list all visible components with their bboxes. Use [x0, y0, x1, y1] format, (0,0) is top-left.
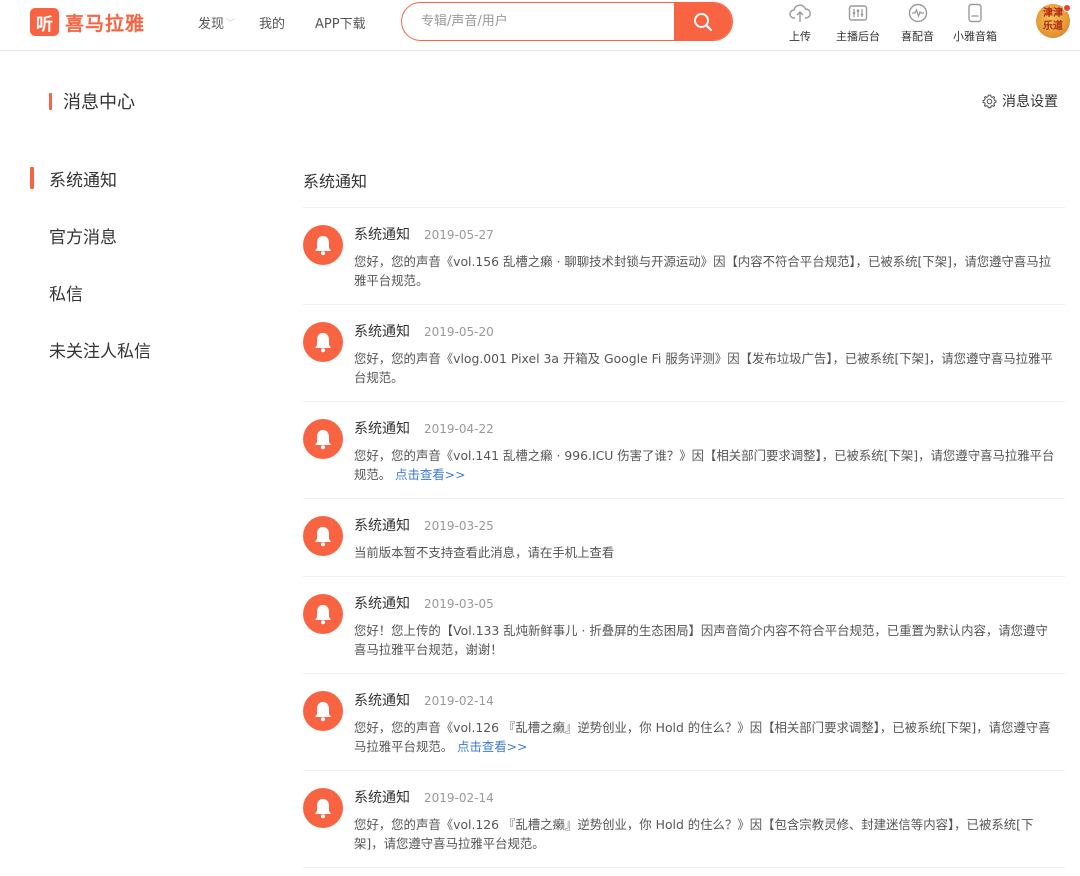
nav-item-label: 发现	[198, 17, 225, 32]
search-input[interactable]	[402, 3, 676, 40]
title-accent-bar	[49, 92, 52, 110]
bell-icon	[303, 225, 343, 265]
message-item[interactable]: 系统通知 2019-05-20 您好，您的声音《vlog.001 Pixel 3…	[303, 305, 1065, 402]
message-body: 您好，您的声音《vol.126 『乱槽之癞』逆势创业，你 Hold 的住么？》因…	[354, 718, 1060, 756]
message-header: 系统通知 2019-03-25	[354, 515, 494, 535]
bell-icon	[303, 419, 343, 459]
bell-icon	[303, 594, 343, 634]
page-title: 消息中心	[49, 88, 135, 114]
tool-dubbing[interactable]: 喜配音	[901, 3, 934, 44]
tool-upload[interactable]: 上传	[789, 3, 811, 44]
upload-cloud-icon	[789, 4, 811, 22]
nav-item-app-download[interactable]: APP下载	[315, 13, 366, 32]
message-body: 您好，您的声音《vlog.001 Pixel 3a 开箱及 Google Fi …	[354, 349, 1060, 387]
waveform-icon	[908, 3, 927, 23]
message-header: 系统通知 2019-05-27	[354, 224, 494, 244]
nav-item-label: 我的	[259, 17, 286, 32]
message-item[interactable]: 系统通知 2019-03-25 当前版本暂不支持查看此消息，请在手机上查看	[303, 499, 1065, 577]
message-body: 您好！您上传的【Vol.133 乱炖新鲜事儿 · 折叠屏的生态困局】因声音简介内…	[354, 621, 1060, 659]
message-date: 2019-03-05	[424, 597, 494, 611]
message-date: 2019-05-20	[424, 325, 494, 339]
message-date: 2019-02-14	[424, 791, 494, 805]
tool-label: 喜配音	[901, 30, 934, 43]
bell-icon	[303, 788, 343, 828]
message-item[interactable]: 系统通知 2019-02-14 您好，您的声音《vol.126 『乱槽之癞』逆势…	[303, 771, 1065, 868]
nav-item-mine[interactable]: 我的	[259, 13, 315, 32]
sidebar-item-stranger-message[interactable]: 未关注人私信	[49, 337, 151, 362]
tool-speaker[interactable]: 小雅音箱	[953, 3, 997, 44]
list-title: 系统通知	[303, 172, 368, 191]
message-body: 您好，您的声音《vol.126 『乱槽之癞』逆势创业，你 Hold 的住么？》因…	[354, 815, 1060, 853]
bell-icon	[303, 691, 343, 731]
message-sender: 系统通知	[354, 227, 410, 243]
search-icon	[694, 12, 713, 31]
message-header: 系统通知 2019-02-14	[354, 787, 494, 807]
search-box	[401, 2, 733, 41]
notification-dot	[1063, 4, 1071, 12]
message-text: 您好，您的声音《vol.156 乱槽之癞 · 聊聊技术封锁与开源运动》因【内容不…	[354, 254, 1052, 288]
message-date: 2019-02-14	[424, 694, 494, 708]
message-sender: 系统通知	[354, 324, 410, 340]
message-text: 您好！您上传的【Vol.133 乱炖新鲜事儿 · 折叠屏的生态困局】因声音简介内…	[354, 623, 1048, 657]
page-title-text: 消息中心	[63, 92, 135, 113]
message-item[interactable]: 系统通知 2019-02-14 您好，您的声音《vol.126 『乱槽之癞』逆势…	[303, 674, 1065, 771]
message-item[interactable]: 系统通知 2019-05-27 您好，您的声音《vol.156 乱槽之癞 · 聊…	[303, 208, 1065, 305]
mixer-icon	[848, 5, 868, 21]
search-button[interactable]	[674, 3, 732, 40]
message-header: 系统通知 2019-02-14	[354, 690, 494, 710]
speaker-icon	[968, 3, 982, 23]
message-item[interactable]: 系统通知 2019-04-22 您好，您的声音《vol.141 乱槽之癞 · 9…	[303, 402, 1065, 499]
message-text: 您好，您的声音《vlog.001 Pixel 3a 开箱及 Google Fi …	[354, 351, 1053, 385]
gear-icon	[982, 94, 997, 108]
message-date: 2019-05-27	[424, 228, 494, 242]
tool-label: 上传	[789, 30, 811, 43]
message-header: 系统通知 2019-04-22	[354, 418, 494, 438]
tool-label: 小雅音箱	[953, 30, 997, 43]
main-nav: 发现 ﹀ 我的 APP下载	[198, 13, 366, 32]
logo-mark-icon: 听	[30, 8, 59, 36]
view-details-link[interactable]: 点击查看>>	[395, 467, 465, 482]
message-date: 2019-04-22	[424, 422, 494, 436]
logo-text: 喜马拉雅	[65, 12, 146, 35]
sidebar-item-system-notice[interactable]: 系统通知	[49, 166, 117, 191]
chevron-down-icon: ﹀	[226, 19, 236, 29]
sidebar-item-official-message[interactable]: 官方消息	[49, 223, 117, 248]
top-header: 听 喜马拉雅 发现 ﹀ 我的 APP下载 上	[0, 0, 1080, 51]
sidebar-item-private-message[interactable]: 私信	[49, 280, 83, 305]
message-text: 当前版本暂不支持查看此消息，请在手机上查看	[354, 545, 615, 560]
message-body: 您好，您的声音《vol.156 乱槽之癞 · 聊聊技术封锁与开源运动》因【内容不…	[354, 252, 1060, 290]
message-sender: 系统通知	[354, 518, 410, 534]
message-sender: 系统通知	[354, 790, 410, 806]
message-item[interactable]: 系统通知 2019-03-05 您好！您上传的【Vol.133 乱炖新鲜事儿 ·…	[303, 577, 1065, 674]
message-body: 当前版本暂不支持查看此消息，请在手机上查看	[354, 543, 1060, 562]
message-sender: 系统通知	[354, 693, 410, 709]
avatar-text: 津津乐道	[1043, 8, 1063, 32]
message-header: 系统通知 2019-05-20	[354, 321, 494, 341]
message-date: 2019-03-25	[424, 519, 494, 533]
message-sender: 系统通知	[354, 421, 410, 437]
message-text: 您好，您的声音《vol.126 『乱槽之癞』逆势创业，你 Hold 的住么？》因…	[354, 817, 1034, 851]
message-body: 您好，您的声音《vol.141 乱槽之癞 · 996.ICU 伤害了谁？》因【相…	[354, 446, 1060, 484]
logo[interactable]: 听 喜马拉雅	[30, 8, 145, 36]
nav-item-discover[interactable]: 发现 ﹀	[198, 13, 259, 32]
bell-icon	[303, 516, 343, 556]
message-sender: 系统通知	[354, 596, 410, 612]
tool-label: 主播后台	[836, 30, 880, 43]
sidebar-active-indicator	[30, 167, 34, 189]
message-header: 系统通知 2019-03-05	[354, 593, 494, 613]
tool-anchor-console[interactable]: 主播后台	[836, 3, 880, 44]
message-settings-button[interactable]: 消息设置	[982, 91, 1058, 111]
settings-label: 消息设置	[1002, 94, 1058, 110]
nav-item-label: APP下载	[315, 17, 366, 32]
bell-icon	[303, 322, 343, 362]
view-details-link[interactable]: 点击查看>>	[457, 739, 527, 754]
